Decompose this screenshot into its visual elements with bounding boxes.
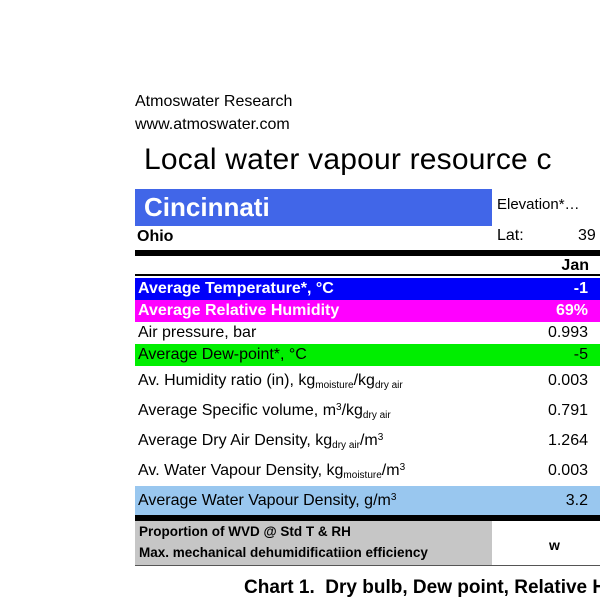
row-label: Av. Humidity ratio (in), kgmoisture/kgdr… xyxy=(138,371,403,391)
row-label: Average Temperature*, °C xyxy=(138,280,334,297)
table-row: Average Temperature*, °C -1 xyxy=(135,278,600,300)
row-value: 0.003 xyxy=(547,462,588,479)
table-row: Average Relative Humidity 69% xyxy=(135,300,600,322)
company-name: Atmoswater Research xyxy=(135,93,293,110)
document-page: Atmoswater Research www.atmoswater.com L… xyxy=(0,0,600,597)
month-header: Jan xyxy=(561,257,589,274)
month-header-row: Jan xyxy=(135,256,600,276)
row-label: Av. Water Vapour Density, kgmoisture/m3 xyxy=(138,461,406,481)
footer-partial-text: w xyxy=(549,537,560,553)
table-row: Average Dry Air Density, kgdry air/m3 1.2… xyxy=(135,426,600,456)
page-title: Local water vapour resource c xyxy=(144,143,552,176)
row-label: Average Specific volume, m3/kgdry air xyxy=(138,401,391,421)
row-label: Average Water Vapour Density, g/m3 xyxy=(138,492,397,509)
city-name: Cincinnati xyxy=(144,192,270,222)
table-row: Av. Humidity ratio (in), kgmoisture/kgdr… xyxy=(135,366,600,396)
city-header-band: Cincinnati xyxy=(135,189,492,226)
row-value: -5 xyxy=(573,346,588,363)
row-value: 0.993 xyxy=(547,324,588,341)
latitude-label: Lat: xyxy=(497,227,524,244)
table-row: Air pressure, bar 0.993 xyxy=(135,322,600,344)
table-row: Average Dew-point*, °C -5 xyxy=(135,344,600,366)
table-row: Average Water Vapour Density, g/m3 3.2 xyxy=(135,486,600,516)
website-link[interactable]: www.atmoswater.com xyxy=(135,116,290,134)
row-label: Air pressure, bar xyxy=(138,324,257,341)
row-value: 0.003 xyxy=(547,372,588,389)
footer-line-proportion: Proportion of WVD @ Std T & RH xyxy=(139,524,351,539)
table-row: Av. Water Vapour Density, kgmoisture/m3 0… xyxy=(135,456,600,486)
latitude-value: 39 xyxy=(578,227,596,244)
footer-value-cell: w xyxy=(492,521,600,565)
footer-panel: Proportion of WVD @ Std T & RH Max. mech… xyxy=(135,521,600,566)
row-value: -1 xyxy=(573,280,588,297)
data-table: Average Temperature*, °C -1 Average Relati… xyxy=(135,278,600,516)
state-name: Ohio xyxy=(137,228,174,245)
row-value: 3.2 xyxy=(565,492,588,509)
table-row: Average Specific volume, m3/kgdry air 0.7… xyxy=(135,396,600,426)
row-label: Average Dry Air Density, kgdry air/m3 xyxy=(138,431,384,451)
chart-caption: Chart 1. Dry bulb, Dew point, Relative H xyxy=(244,577,600,597)
row-label: Average Relative Humidity xyxy=(138,302,340,319)
row-value: 1.264 xyxy=(547,432,588,449)
row-value: 69% xyxy=(555,302,588,319)
footer-line-efficiency: Max. mechanical dehumidificatiion effici… xyxy=(139,545,428,560)
elevation-label: Elevation*… xyxy=(497,196,580,213)
row-value: 0.791 xyxy=(547,402,588,419)
row-label: Average Dew-point*, °C xyxy=(138,346,307,363)
